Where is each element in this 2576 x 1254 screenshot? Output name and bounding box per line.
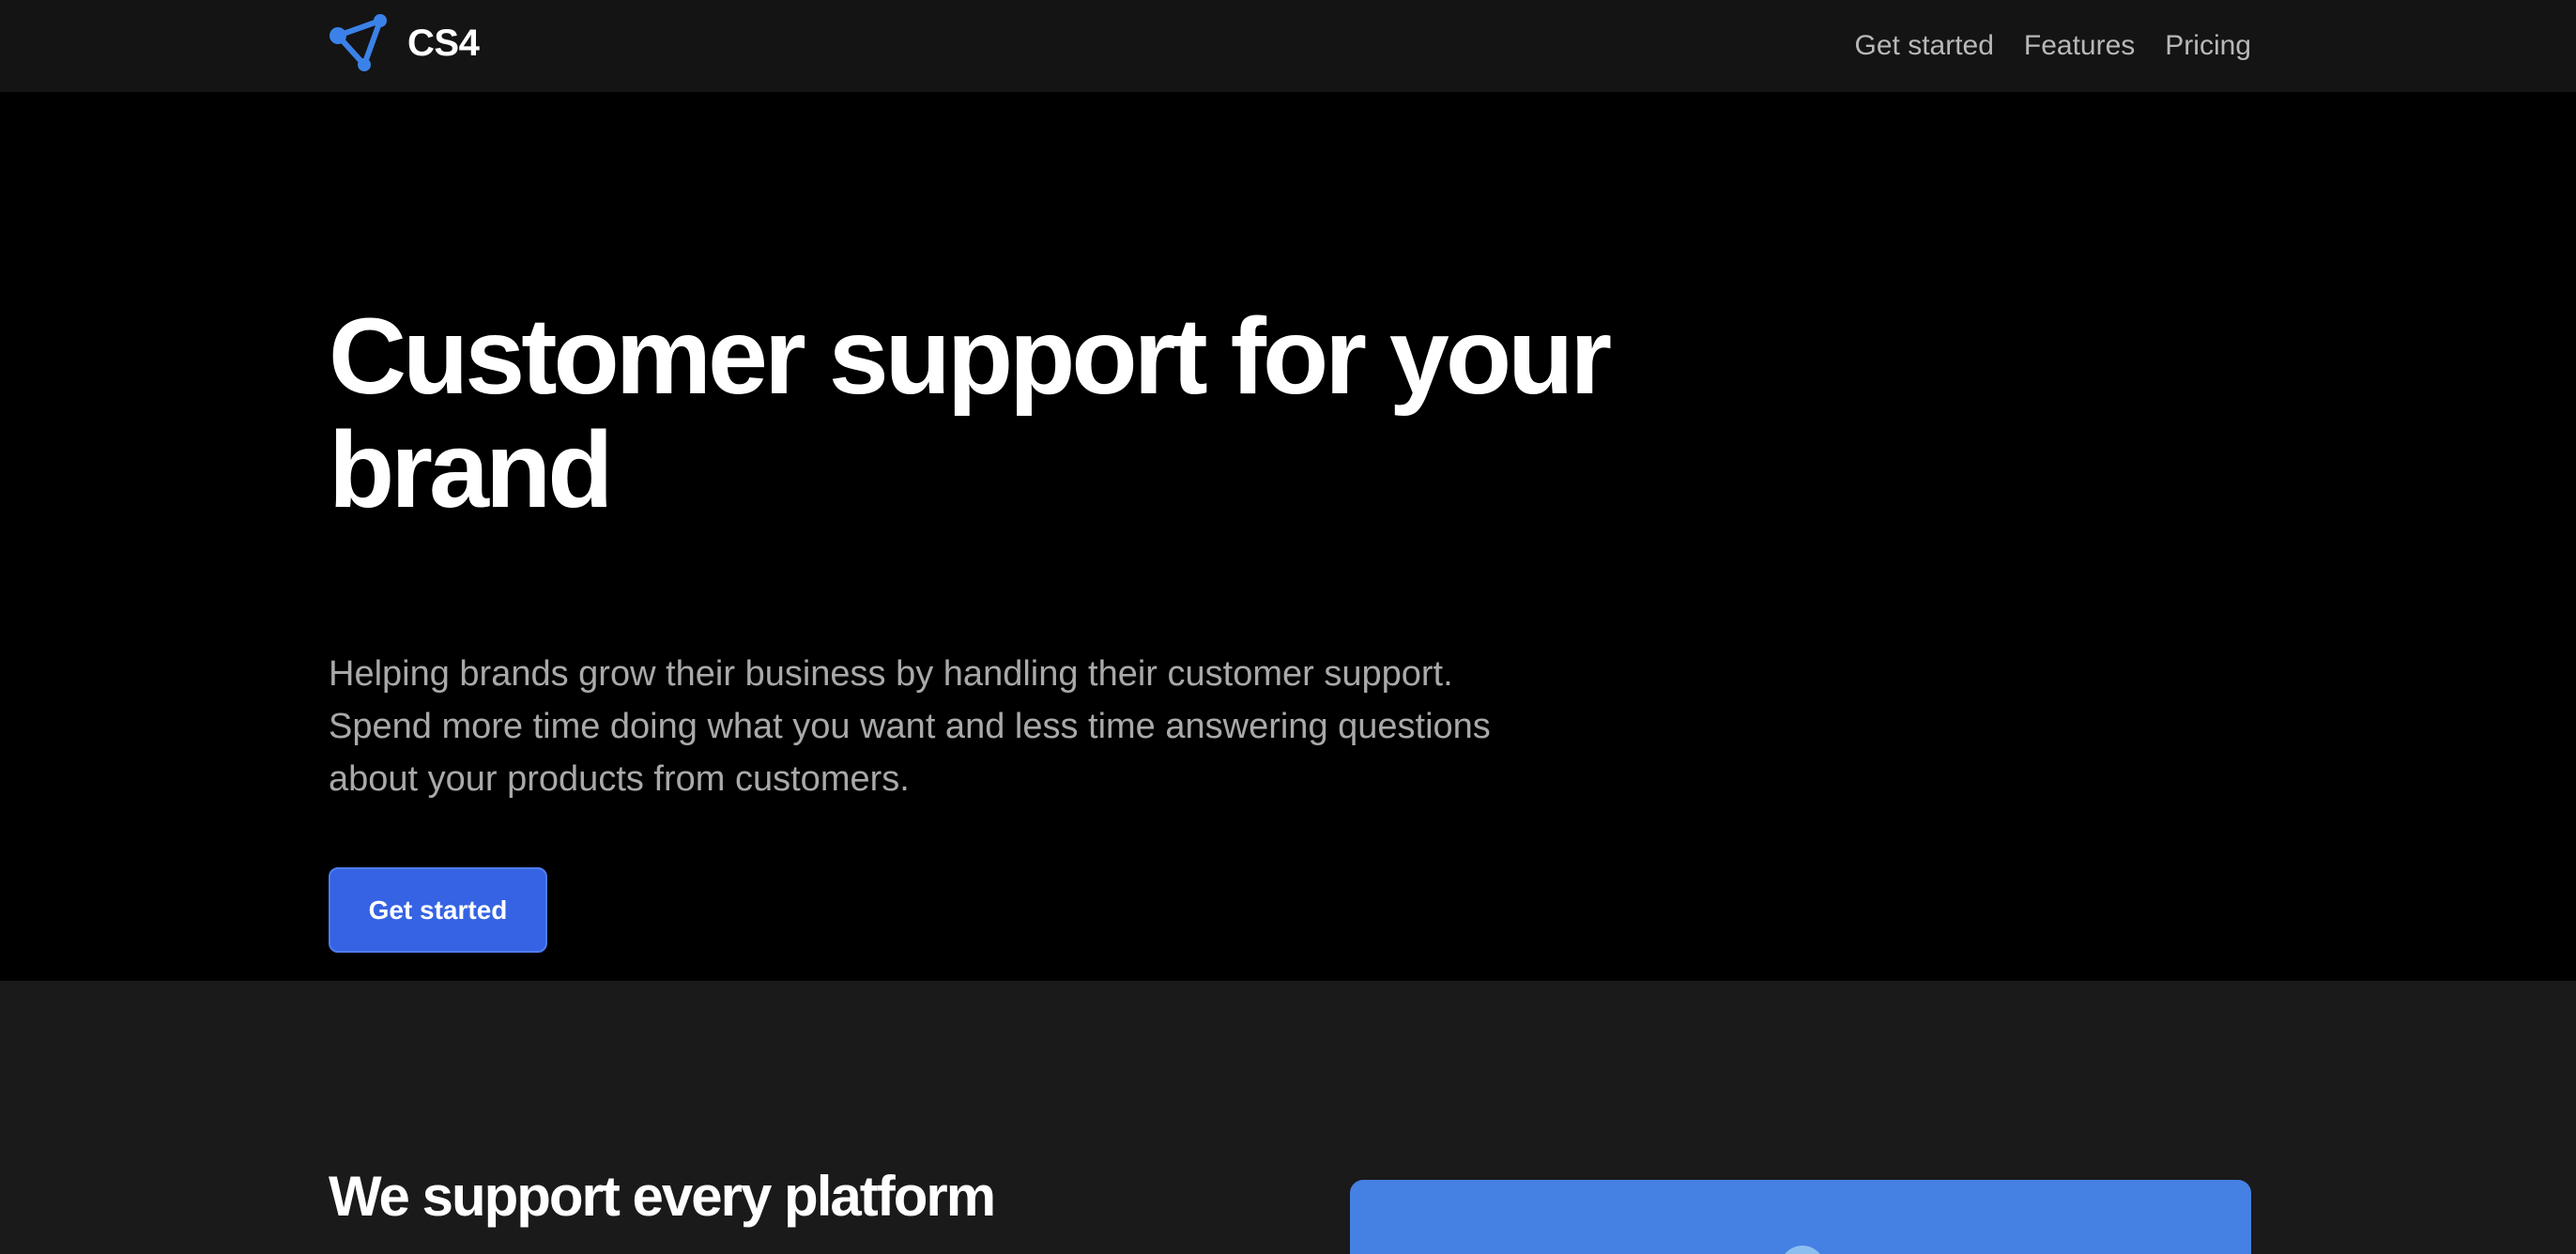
get-started-button[interactable]: Get started: [329, 867, 547, 953]
avatar-circle-icon: [1780, 1246, 1825, 1254]
nav-link-get-started[interactable]: Get started: [1855, 30, 1994, 62]
brand-name: CS4: [407, 22, 480, 64]
platform-section: We support every platform: [0, 981, 2576, 1254]
hero-title: Customer support for your brand: [329, 297, 1612, 530]
hero-description: Helping brands grow their business by ha…: [329, 654, 1491, 799]
nav-link-pricing[interactable]: Pricing: [2165, 30, 2251, 62]
nav-link-features[interactable]: Features: [2024, 30, 2135, 62]
brand-logo-link[interactable]: CS4: [329, 13, 480, 73]
nav-links: Get started Features Pricing: [1855, 0, 2252, 92]
hero-section: Customer support for your brand Helping …: [0, 92, 2576, 981]
network-triangle-icon: [330, 14, 387, 71]
platform-section-title: We support every platform: [329, 1165, 996, 1228]
top-navbar: CS4 Get started Features Pricing: [0, 0, 2576, 92]
platform-illustration-card: [1350, 1180, 2251, 1254]
